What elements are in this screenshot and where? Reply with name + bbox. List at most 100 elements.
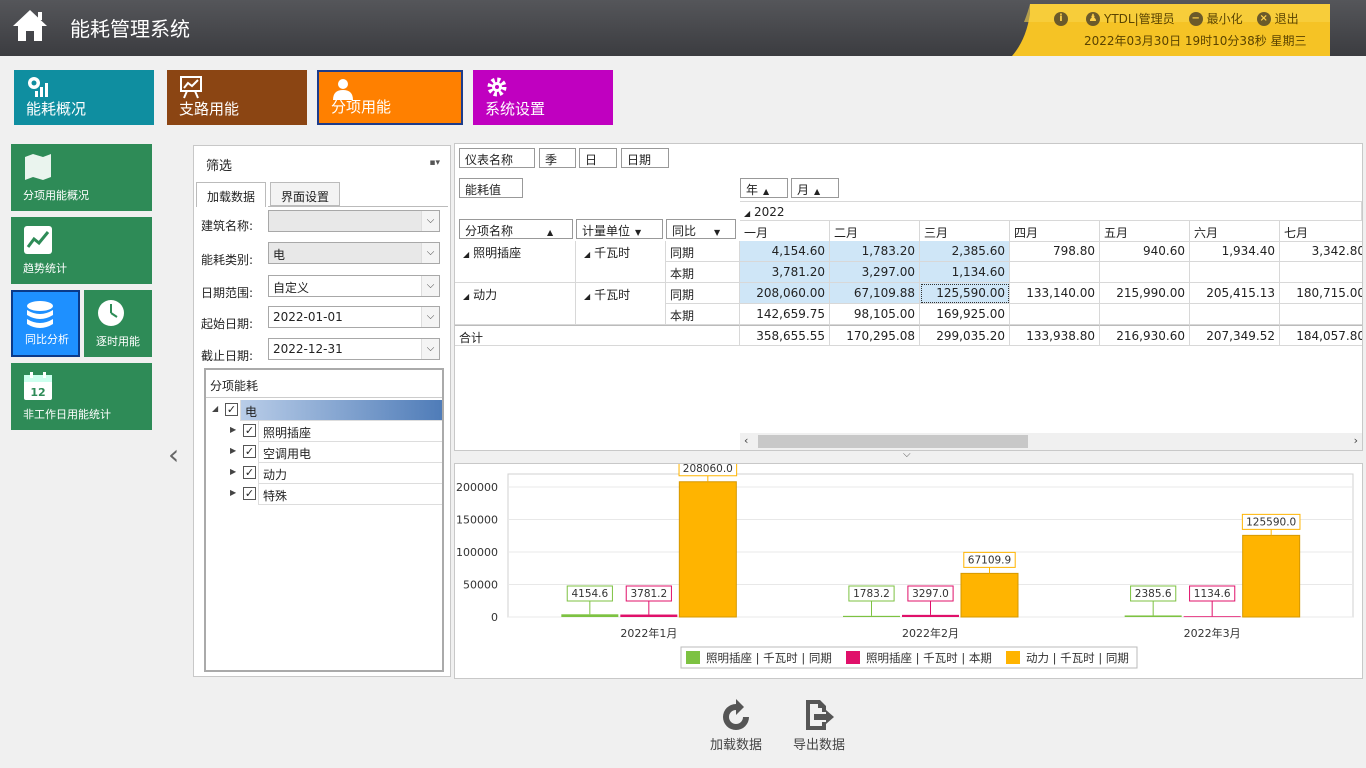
checkbox[interactable]: ✓ [225,403,238,416]
minimize-button[interactable]: − 最小化 [1188,10,1243,27]
chart-bar [902,614,959,617]
sidebar-item-nonworkday[interactable]: 12 非工作日用能统计 [11,363,152,430]
data-cell[interactable]: 125,590.00 [920,283,1010,304]
filter-field-day[interactable]: 日 [579,148,617,168]
checkbox[interactable]: ✓ [243,424,256,437]
tab-ui-settings[interactable]: 界面设置 [270,182,341,206]
horizontal-scrollbar[interactable]: ‹ › [740,433,1362,450]
month-header[interactable]: 一月 [740,221,830,242]
tree-item-electric[interactable]: ◢ ✓ 电 [206,400,442,421]
export-data-button[interactable]: 导出数据 [789,698,849,753]
data-cell[interactable]: 1,134.60 [920,262,1010,283]
month-header[interactable]: 七月 [1280,221,1362,242]
row-header-unit[interactable]: ◢ 千瓦时 [576,283,666,325]
nav-branch-energy[interactable]: 支路用能 [167,70,307,125]
tree-header: 分项能耗 [206,370,442,398]
nav-item-energy[interactable]: 分项用能 [317,70,463,125]
month-header[interactable]: 五月 [1100,221,1190,242]
pin-icon[interactable]: ▪▾ [429,158,440,168]
nav-energy-overview[interactable]: 能耗概况 [14,70,154,125]
home-icon[interactable] [10,6,50,46]
row-field-yoy[interactable]: 同比 ▼ [666,219,736,239]
checkbox[interactable]: ✓ [243,487,256,500]
data-cell[interactable]: 4,154.60 [740,241,830,262]
filter-field-date[interactable]: 日期 [621,148,669,168]
month-header[interactable]: 二月 [830,221,920,242]
nav-system-settings[interactable]: 系统设置 [473,70,613,125]
row-header-unit[interactable]: ◢ 千瓦时 [576,241,666,283]
total-cell[interactable]: 216,930.60 [1100,325,1190,346]
chart-bar [1124,615,1182,617]
data-cell[interactable]: 142,659.75 [740,304,830,325]
date-range-select[interactable]: 自定义 ⌵ [268,275,440,297]
row-header-item[interactable]: ◢ 动力 [455,283,576,325]
tree-item-ac[interactable]: ▶ ✓ 空调用电 [206,442,442,463]
data-cell[interactable]: 940.60 [1100,241,1190,262]
checkbox[interactable]: ✓ [243,445,256,458]
data-cell[interactable]: 3,781.20 [740,262,830,283]
data-cell[interactable]: 798.80 [1010,241,1100,262]
data-cell[interactable]: 67,109.88 [830,283,920,304]
tree-item-lighting[interactable]: ▶ ✓ 照明插座 [206,421,442,442]
data-cell[interactable]: 208,060.00 [740,283,830,304]
data-cell[interactable] [1010,262,1100,283]
data-cell[interactable] [1190,262,1280,283]
collapse-sidebar-icon[interactable]: ‹ [168,438,179,471]
data-cell[interactable] [1280,262,1362,283]
row-header-item[interactable]: ◢ 照明插座 [455,241,576,283]
sidebar-item-trend[interactable]: 趋势统计 [11,217,152,284]
row-field-unit[interactable]: 计量单位 ▼ [576,219,663,239]
scroll-thumb[interactable] [758,435,1028,448]
building-select[interactable]: ⌵ [268,210,440,232]
data-cell[interactable] [1100,262,1190,283]
data-cell[interactable]: 2,385.60 [920,241,1010,262]
data-cell[interactable]: 3,297.00 [830,262,920,283]
checkbox[interactable]: ✓ [243,466,256,479]
tab-load-data[interactable]: 加载数据 [196,182,267,207]
sidebar-item-overview[interactable]: 分项用能概况 [11,144,152,211]
data-cell[interactable]: 169,925.00 [920,304,1010,325]
logout-button[interactable]: × 退出 [1256,10,1299,27]
legend-label: 照明插座 | 千瓦时 | 本期 [866,651,992,665]
month-header[interactable]: 三月 [920,221,1010,242]
filter-field-meter[interactable]: 仪表名称 [459,148,535,168]
data-cell[interactable]: 3,342.80 [1280,241,1362,262]
data-cell[interactable]: 1,934.40 [1190,241,1280,262]
sidebar-item-hourly[interactable]: 逐时用能 [84,290,152,357]
data-cell[interactable] [1010,304,1100,325]
chart-bar [1242,534,1301,618]
month-header[interactable]: 六月 [1190,221,1280,242]
start-date-input[interactable]: 2022-01-01 ⌵ [268,306,440,328]
data-cell[interactable]: 205,415.13 [1190,283,1280,304]
data-cell[interactable]: 133,140.00 [1010,283,1100,304]
data-cell[interactable]: 98,105.00 [830,304,920,325]
column-field-month[interactable]: 月 ▲ [791,178,839,198]
data-cell[interactable] [1190,304,1280,325]
data-cell[interactable] [1280,304,1362,325]
column-field-year[interactable]: 年 ▲ [740,178,788,198]
end-date-input[interactable]: 2022-12-31 ⌵ [268,338,440,360]
year-header[interactable]: ◢ 2022 [740,201,1362,221]
data-cell[interactable]: 215,990.00 [1100,283,1190,304]
total-cell[interactable]: 358,655.55 [740,325,830,346]
data-cell[interactable]: 180,715.00 [1280,283,1362,304]
total-cell[interactable]: 170,295.08 [830,325,920,346]
sidebar-item-yoy-analysis[interactable]: 同比分析 [11,290,80,357]
load-data-button[interactable]: 加载数据 [706,698,766,753]
month-header[interactable]: 四月 [1010,221,1100,242]
data-cell[interactable] [1100,304,1190,325]
energy-type-select[interactable]: 电 ⌵ [268,242,440,264]
row-header-type: 本期 [666,262,740,283]
total-cell[interactable]: 133,938.80 [1010,325,1100,346]
data-cell[interactable]: 1,783.20 [830,241,920,262]
total-cell[interactable]: 184,057.80 [1280,325,1362,346]
total-cell[interactable]: 207,349.52 [1190,325,1280,346]
splitter-chevron-icon[interactable]: ⌵ [903,449,911,460]
info-icon[interactable]: i [1054,11,1068,26]
total-cell[interactable]: 299,035.20 [920,325,1010,346]
tree-item-power[interactable]: ▶ ✓ 动力 [206,463,442,484]
filter-field-season[interactable]: 季 [539,148,576,168]
data-field-energy[interactable]: 能耗值 [459,178,523,198]
row-field-item[interactable]: 分项名称 ▲ [459,219,573,239]
tree-item-special[interactable]: ▶ ✓ 特殊 [206,484,442,505]
